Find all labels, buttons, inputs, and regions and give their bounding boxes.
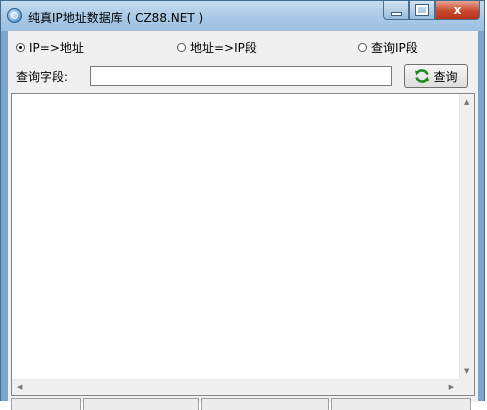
toolbar-segment[interactable]	[201, 398, 329, 410]
scroll-up-icon[interactable]: ▲	[464, 99, 469, 106]
app-icon	[7, 8, 22, 23]
client-area: IP=>地址 地址=>IP段 查询IP段 查询字段: 查询 ▲ ▼ ◀ ▶	[8, 31, 478, 410]
toolbar-segment[interactable]	[331, 398, 471, 410]
close-button[interactable]: x	[435, 1, 480, 20]
search-mode-group: IP=>地址 地址=>IP段 查询IP段	[8, 37, 478, 55]
radio-indicator[interactable]	[16, 43, 25, 52]
query-button-label: 查询	[433, 69, 458, 84]
radio-indicator[interactable]	[358, 43, 367, 52]
scrollbar-corner	[459, 379, 474, 395]
results-textarea[interactable]: ▲ ▼ ◀ ▶	[11, 93, 475, 396]
maximize-button[interactable]	[409, 1, 435, 20]
radio-indicator[interactable]	[177, 43, 186, 52]
scroll-down-icon[interactable]: ▼	[464, 368, 469, 375]
minimize-button[interactable]	[383, 1, 409, 20]
caption-buttons: x	[383, 1, 480, 21]
query-button[interactable]: 查询	[404, 64, 468, 88]
bottom-toolbar	[11, 398, 475, 410]
radio-label: IP=>地址	[29, 41, 84, 55]
toolbar-segment[interactable]	[83, 398, 199, 410]
radio-ip-to-address[interactable]: IP=>地址	[16, 39, 84, 56]
query-input[interactable]	[90, 66, 392, 86]
window-title: 纯真IP地址数据库 ( CZ88.NET )	[28, 11, 204, 25]
main-window: 纯真IP地址数据库 ( CZ88.NET ) x IP=>地址 地址=>IP段 …	[0, 0, 485, 410]
radio-query-ip-range[interactable]: 查询IP段	[358, 39, 418, 56]
toolbar-segment[interactable]	[11, 398, 81, 410]
scroll-left-icon[interactable]: ◀	[17, 384, 22, 391]
refresh-icon	[415, 69, 430, 83]
query-field-label: 查询字段:	[16, 70, 69, 84]
horizontal-scrollbar[interactable]: ◀ ▶	[12, 379, 459, 395]
radio-label: 地址=>IP段	[190, 41, 257, 55]
scroll-right-icon[interactable]: ▶	[449, 384, 454, 391]
radio-label: 查询IP段	[371, 41, 418, 55]
radio-address-to-ip-range[interactable]: 地址=>IP段	[177, 39, 257, 56]
title-bar[interactable]: 纯真IP地址数据库 ( CZ88.NET ) x	[1, 1, 484, 31]
vertical-scrollbar[interactable]: ▲ ▼	[459, 94, 474, 379]
